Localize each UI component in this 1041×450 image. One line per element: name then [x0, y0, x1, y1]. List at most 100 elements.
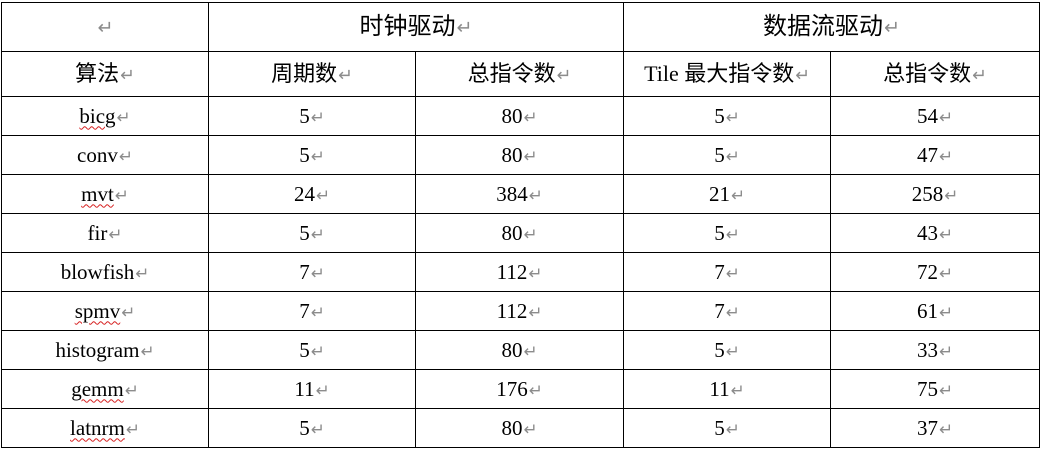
paragraph-mark-icon: ↵	[528, 262, 543, 283]
paragraph-mark-icon: ↵	[124, 379, 139, 400]
paragraph-mark-icon: ↵	[730, 379, 745, 400]
paragraph-mark-icon: ↵	[114, 184, 129, 205]
cycles-cell: 7↵	[208, 291, 416, 331]
algorithm-cell: bicg↵	[1, 96, 209, 136]
clock-total-instructions-cell: 80↵	[414, 96, 625, 136]
header-cycles-text: 周期数	[271, 60, 338, 86]
dataflow-total-instructions-cell: 258↵	[830, 174, 1041, 214]
clock-total-instructions-cell: 80↵	[414, 330, 625, 370]
clock-total-instructions-cell-text: 80	[501, 142, 523, 167]
dataflow-total-instructions-cell: 43↵	[830, 213, 1041, 253]
algorithm-cell-text: spmv	[74, 298, 121, 323]
dataflow-total-instructions-cell-text: 54	[916, 103, 938, 128]
paragraph-mark-icon: ↵	[725, 262, 740, 283]
cycles-cell: 5↵	[208, 408, 416, 448]
group-header-dataflow: 数据流驱动↵	[623, 2, 1041, 52]
clock-total-instructions-cell: 80↵	[414, 135, 625, 175]
paragraph-mark-icon: ↵	[310, 418, 325, 439]
clock-total-instructions-cell-text: 112	[496, 298, 528, 323]
column-header-row: 算法↵ 周期数↵ 总指令数↵ Tile 最大指令数↵ 总指令数↵	[1, 51, 1041, 97]
paragraph-mark-icon: ↵	[725, 223, 740, 244]
algorithm-cell-text: bicg	[79, 103, 116, 128]
clock-total-instructions-cell: 80↵	[414, 408, 625, 448]
tile-max-instructions-cell-text: 7	[714, 259, 725, 284]
tile-max-instructions-cell-text: 5	[714, 103, 725, 128]
dataflow-total-instructions-cell-text: 258	[911, 181, 944, 206]
paragraph-mark-icon: ↵	[523, 223, 538, 244]
group-header-clock: 时钟驱动↵	[207, 2, 625, 52]
paragraph-mark-icon: ↵	[725, 340, 740, 361]
algorithm-cell-text: histogram	[55, 337, 140, 362]
clock-total-instructions-cell-text: 80	[501, 103, 523, 128]
paragraph-mark-icon: ↵	[938, 223, 954, 244]
paragraph-mark-icon: ↵	[795, 65, 810, 86]
paragraph-mark-icon: ↵	[725, 418, 740, 439]
table-body: ↵ 时钟驱动↵ 数据流驱动↵ 算法↵ 周期数↵ 总指令数↵ Tile 最大指令数…	[1, 2, 1041, 448]
cycles-cell-text: 5	[299, 103, 310, 128]
clock-total-instructions-cell: 112↵	[414, 291, 625, 331]
paragraph-mark-icon: ↵	[730, 184, 746, 205]
corner-cell: ↵	[1, 2, 209, 52]
tile-max-instructions-cell: 5↵	[623, 96, 832, 136]
algorithm-cell: fir↵	[1, 213, 209, 253]
cycles-cell: 5↵	[208, 96, 416, 136]
cycles-cell-text: 11	[294, 376, 315, 401]
header-clock-total-instructions: 总指令数↵	[414, 51, 625, 97]
algorithm-cell: latnrm↵	[1, 408, 209, 448]
paragraph-mark-icon: ↵	[310, 262, 325, 283]
data-table: ↵ 时钟驱动↵ 数据流驱动↵ 算法↵ 周期数↵ 总指令数↵ Tile 最大指令数…	[1, 2, 1041, 448]
table-row: spmv↵ 7↵ 112↵ 7↵ 61↵	[1, 291, 1041, 331]
paragraph-mark-icon: ↵	[310, 145, 325, 166]
paragraph-mark-icon: ↵	[310, 223, 325, 244]
dataflow-total-instructions-cell: 37↵	[830, 408, 1041, 448]
dataflow-total-instructions-cell: 72↵	[830, 252, 1041, 292]
paragraph-mark-icon: ↵	[121, 301, 136, 322]
header-tile-max-instructions-text: Tile 最大指令数	[644, 60, 795, 86]
paragraph-mark-icon: ↵	[528, 184, 543, 205]
cycles-cell: 24↵	[208, 174, 416, 214]
tile-max-instructions-cell-text: 5	[714, 220, 725, 245]
table-row: bicg↵ 5↵ 80↵ 5↵ 54↵	[1, 96, 1041, 136]
cycles-cell-text: 5	[299, 415, 310, 440]
paragraph-mark-icon: ↵	[523, 145, 538, 166]
paragraph-mark-icon: ↵	[97, 16, 114, 39]
header-clock-total-instructions-text: 总指令数	[467, 60, 556, 86]
tile-max-instructions-cell: 5↵	[623, 213, 832, 253]
clock-total-instructions-cell-text: 112	[496, 259, 528, 284]
paragraph-mark-icon: ↵	[135, 262, 150, 283]
tile-max-instructions-cell-text: 11	[709, 376, 730, 401]
tile-max-instructions-cell-text: 5	[714, 415, 725, 440]
group-header-row: ↵ 时钟驱动↵ 数据流驱动↵	[1, 2, 1041, 52]
tile-max-instructions-cell: 5↵	[623, 408, 832, 448]
header-algorithm-text: 算法	[75, 60, 120, 86]
tile-max-instructions-cell: 7↵	[623, 252, 832, 292]
clock-total-instructions-cell-text: 80	[501, 337, 523, 362]
clock-total-instructions-cell-text: 80	[501, 415, 523, 440]
algorithm-cell-text: gemm	[71, 376, 124, 401]
paragraph-mark-icon: ↵	[116, 106, 131, 127]
algorithm-cell: blowfish↵	[1, 252, 209, 292]
algorithm-cell-text: mvt	[81, 181, 114, 206]
cycles-cell-text: 7	[299, 259, 310, 284]
algorithm-cell: conv↵	[1, 135, 209, 175]
paragraph-mark-icon: ↵	[140, 340, 155, 361]
tile-max-instructions-cell: 5↵	[623, 330, 832, 370]
paragraph-mark-icon: ↵	[523, 106, 538, 127]
header-dataflow-total-instructions: 总指令数↵	[830, 51, 1041, 97]
tile-max-instructions-cell: 5↵	[623, 135, 832, 175]
algorithm-cell: mvt↵	[1, 174, 209, 214]
paragraph-mark-icon: ↵	[725, 145, 740, 166]
cycles-cell-text: 7	[299, 298, 310, 323]
paragraph-mark-icon: ↵	[315, 379, 330, 400]
clock-total-instructions-cell: 384↵	[414, 174, 625, 214]
cycles-cell-text: 5	[299, 142, 310, 167]
paragraph-mark-icon: ↵	[725, 301, 740, 322]
table-row: latnrm↵ 5↵ 80↵ 5↵ 37↵	[1, 408, 1041, 448]
table-row: blowfish↵ 7↵ 112↵ 7↵ 72↵	[1, 252, 1041, 292]
paragraph-mark-icon: ↵	[938, 418, 954, 439]
dataflow-total-instructions-cell: 33↵	[830, 330, 1041, 370]
tile-max-instructions-cell-text: 5	[714, 142, 725, 167]
tile-max-instructions-cell: 7↵	[623, 291, 832, 331]
dataflow-total-instructions-cell: 61↵	[830, 291, 1041, 331]
clock-total-instructions-cell-text: 176	[496, 376, 528, 401]
